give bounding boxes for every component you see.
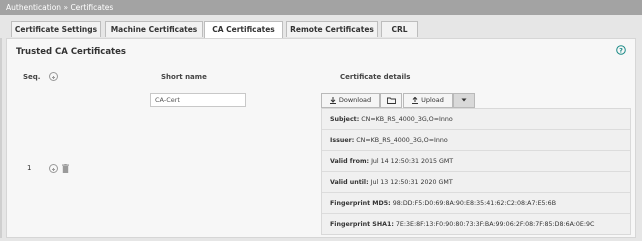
detail-row-valid-from: Valid from: Jul 14 12:50:31 2015 GMT — [322, 151, 630, 172]
detail-value: Jul 14 12:50:31 2015 GMT — [371, 158, 454, 165]
tab-ca-certificates[interactable]: CA Certificates — [204, 21, 283, 39]
open-folder-button[interactable] — [380, 93, 402, 108]
certificate-details: Subject: CN=KB_RS_4000_3G,O=Inno Issuer:… — [321, 108, 631, 235]
column-header-seq: Seq. — [23, 73, 41, 81]
add-row-icon[interactable] — [49, 72, 58, 81]
detail-row-issuer: Issuer: CN=KB_RS_4000_3G,O=Inno — [322, 130, 630, 151]
upload-button[interactable]: Upload — [403, 93, 453, 108]
delete-icon[interactable] — [62, 164, 69, 173]
breadcrumb: Authentication » Certificates — [0, 0, 642, 15]
detail-value: Jul 13 12:50:31 2020 GMT — [370, 179, 453, 186]
download-label: Download — [338, 96, 372, 104]
column-header-certificate-details: Certificate details — [340, 73, 411, 81]
download-icon — [329, 96, 336, 104]
tab-machine-certificates[interactable]: Machine Certificates — [105, 21, 203, 37]
detail-row-fingerprint-sha1: Fingerprint SHA1: 7E:3E:8F:13:F0:90:80:7… — [322, 214, 630, 235]
detail-row-fingerprint-md5: Fingerprint MD5: 98:DD:F5:D0:69:8A:90:E8… — [322, 193, 630, 214]
upload-label: Upload — [421, 96, 444, 104]
detail-label: Issuer: — [330, 137, 355, 144]
detail-value: 7E:3E:8F:13:F0:90:80:73:3F:BA:99:06:2F:0… — [395, 221, 595, 228]
breadcrumb-section[interactable]: Authentication — [6, 3, 61, 12]
column-header-short-name: Short name — [161, 73, 207, 81]
detail-row-valid-until: Valid until: Jul 13 12:50:31 2020 GMT — [322, 172, 630, 193]
detail-label: Subject: — [330, 116, 360, 123]
download-button[interactable]: Download — [321, 93, 380, 108]
folder-icon — [386, 97, 396, 104]
tab-remote-certificates[interactable]: Remote Certificates — [286, 21, 378, 37]
short-name-input[interactable]: CA-Cert — [150, 93, 246, 107]
detail-label: Valid until: — [330, 179, 369, 186]
more-options-dropdown[interactable] — [453, 93, 475, 108]
detail-value: CN=KB_RS_4000_3G,O=Inno — [361, 116, 453, 123]
detail-value: 98:DD:F5:D0:69:8A:90:E8:35:41:62:C2:08:A… — [392, 200, 557, 207]
svg-text:?: ? — [619, 46, 623, 54]
breadcrumb-text: Authentication » Certificates — [6, 0, 113, 15]
detail-label: Fingerprint SHA1: — [330, 221, 394, 228]
tab-certificate-settings[interactable]: Certificate Settings — [11, 21, 101, 37]
detail-label: Valid from: — [330, 158, 370, 165]
upload-icon — [412, 96, 419, 104]
row-seq: 1 — [27, 164, 32, 172]
caret-down-icon — [461, 98, 467, 102]
detail-label: Fingerprint MD5: — [330, 200, 391, 207]
insert-row-icon[interactable] — [49, 164, 58, 173]
breadcrumb-page: Certificates — [70, 3, 114, 12]
detail-value: CN=KB_RS_4000_3G,O=Inno — [356, 137, 448, 144]
help-icon[interactable]: ? — [616, 45, 626, 55]
left-edge-divider — [0, 38, 2, 238]
panel-title: Trusted CA Certificates — [16, 47, 126, 57]
detail-row-subject: Subject: CN=KB_RS_4000_3G,O=Inno — [322, 109, 630, 130]
tab-crl[interactable]: CRL — [381, 21, 418, 37]
breadcrumb-separator: » — [63, 3, 69, 12]
